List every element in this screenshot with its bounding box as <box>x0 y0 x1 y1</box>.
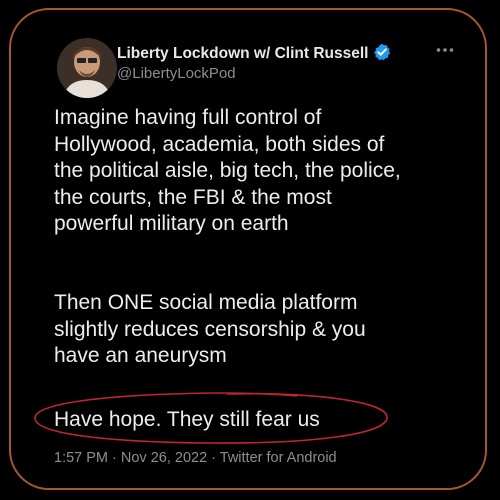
tweet-text-line: the political aisle, big tech, the polic… <box>54 159 401 182</box>
tweet-text-line: Imagine having full control of <box>54 106 322 129</box>
avatar[interactable] <box>57 38 117 98</box>
tweet-paragraph-2: Then ONE social media platform slightly … <box>54 290 474 370</box>
tweet-text-line: Then ONE social media platform <box>54 291 358 314</box>
tweet-text-line: Hollywood, academia, both sides of <box>54 132 385 156</box>
author-name-row[interactable]: Liberty Lockdown w/ Clint Russell <box>117 43 391 66</box>
tweet-paragraph-3: Have hope. They still fear us <box>54 407 474 434</box>
verified-badge-icon <box>373 43 391 66</box>
tweet-card: Liberty Lockdown w/ Clint Russell @Liber… <box>9 8 487 490</box>
ellipsis-icon[interactable] <box>436 40 454 58</box>
tweet-text-line: have an aneurysm <box>54 344 227 367</box>
tweet-text-line: powerful military on earth <box>54 212 289 235</box>
author-name[interactable]: Liberty Lockdown w/ Clint Russell <box>117 45 368 62</box>
tweet-text-line: the courts, the FBI & the most <box>54 185 332 209</box>
author-handle[interactable]: @LibertyLockPod <box>117 65 236 82</box>
tweet-timestamp[interactable]: 1:57 PM · Nov 26, 2022 · Twitter for And… <box>54 450 337 466</box>
tweet-text-line: slightly reduces censorship & you <box>54 317 366 341</box>
tweet-text-line: Have hope. They still fear us <box>54 408 320 431</box>
tweet-paragraph-1: Imagine having full control of Hollywood… <box>54 105 474 238</box>
